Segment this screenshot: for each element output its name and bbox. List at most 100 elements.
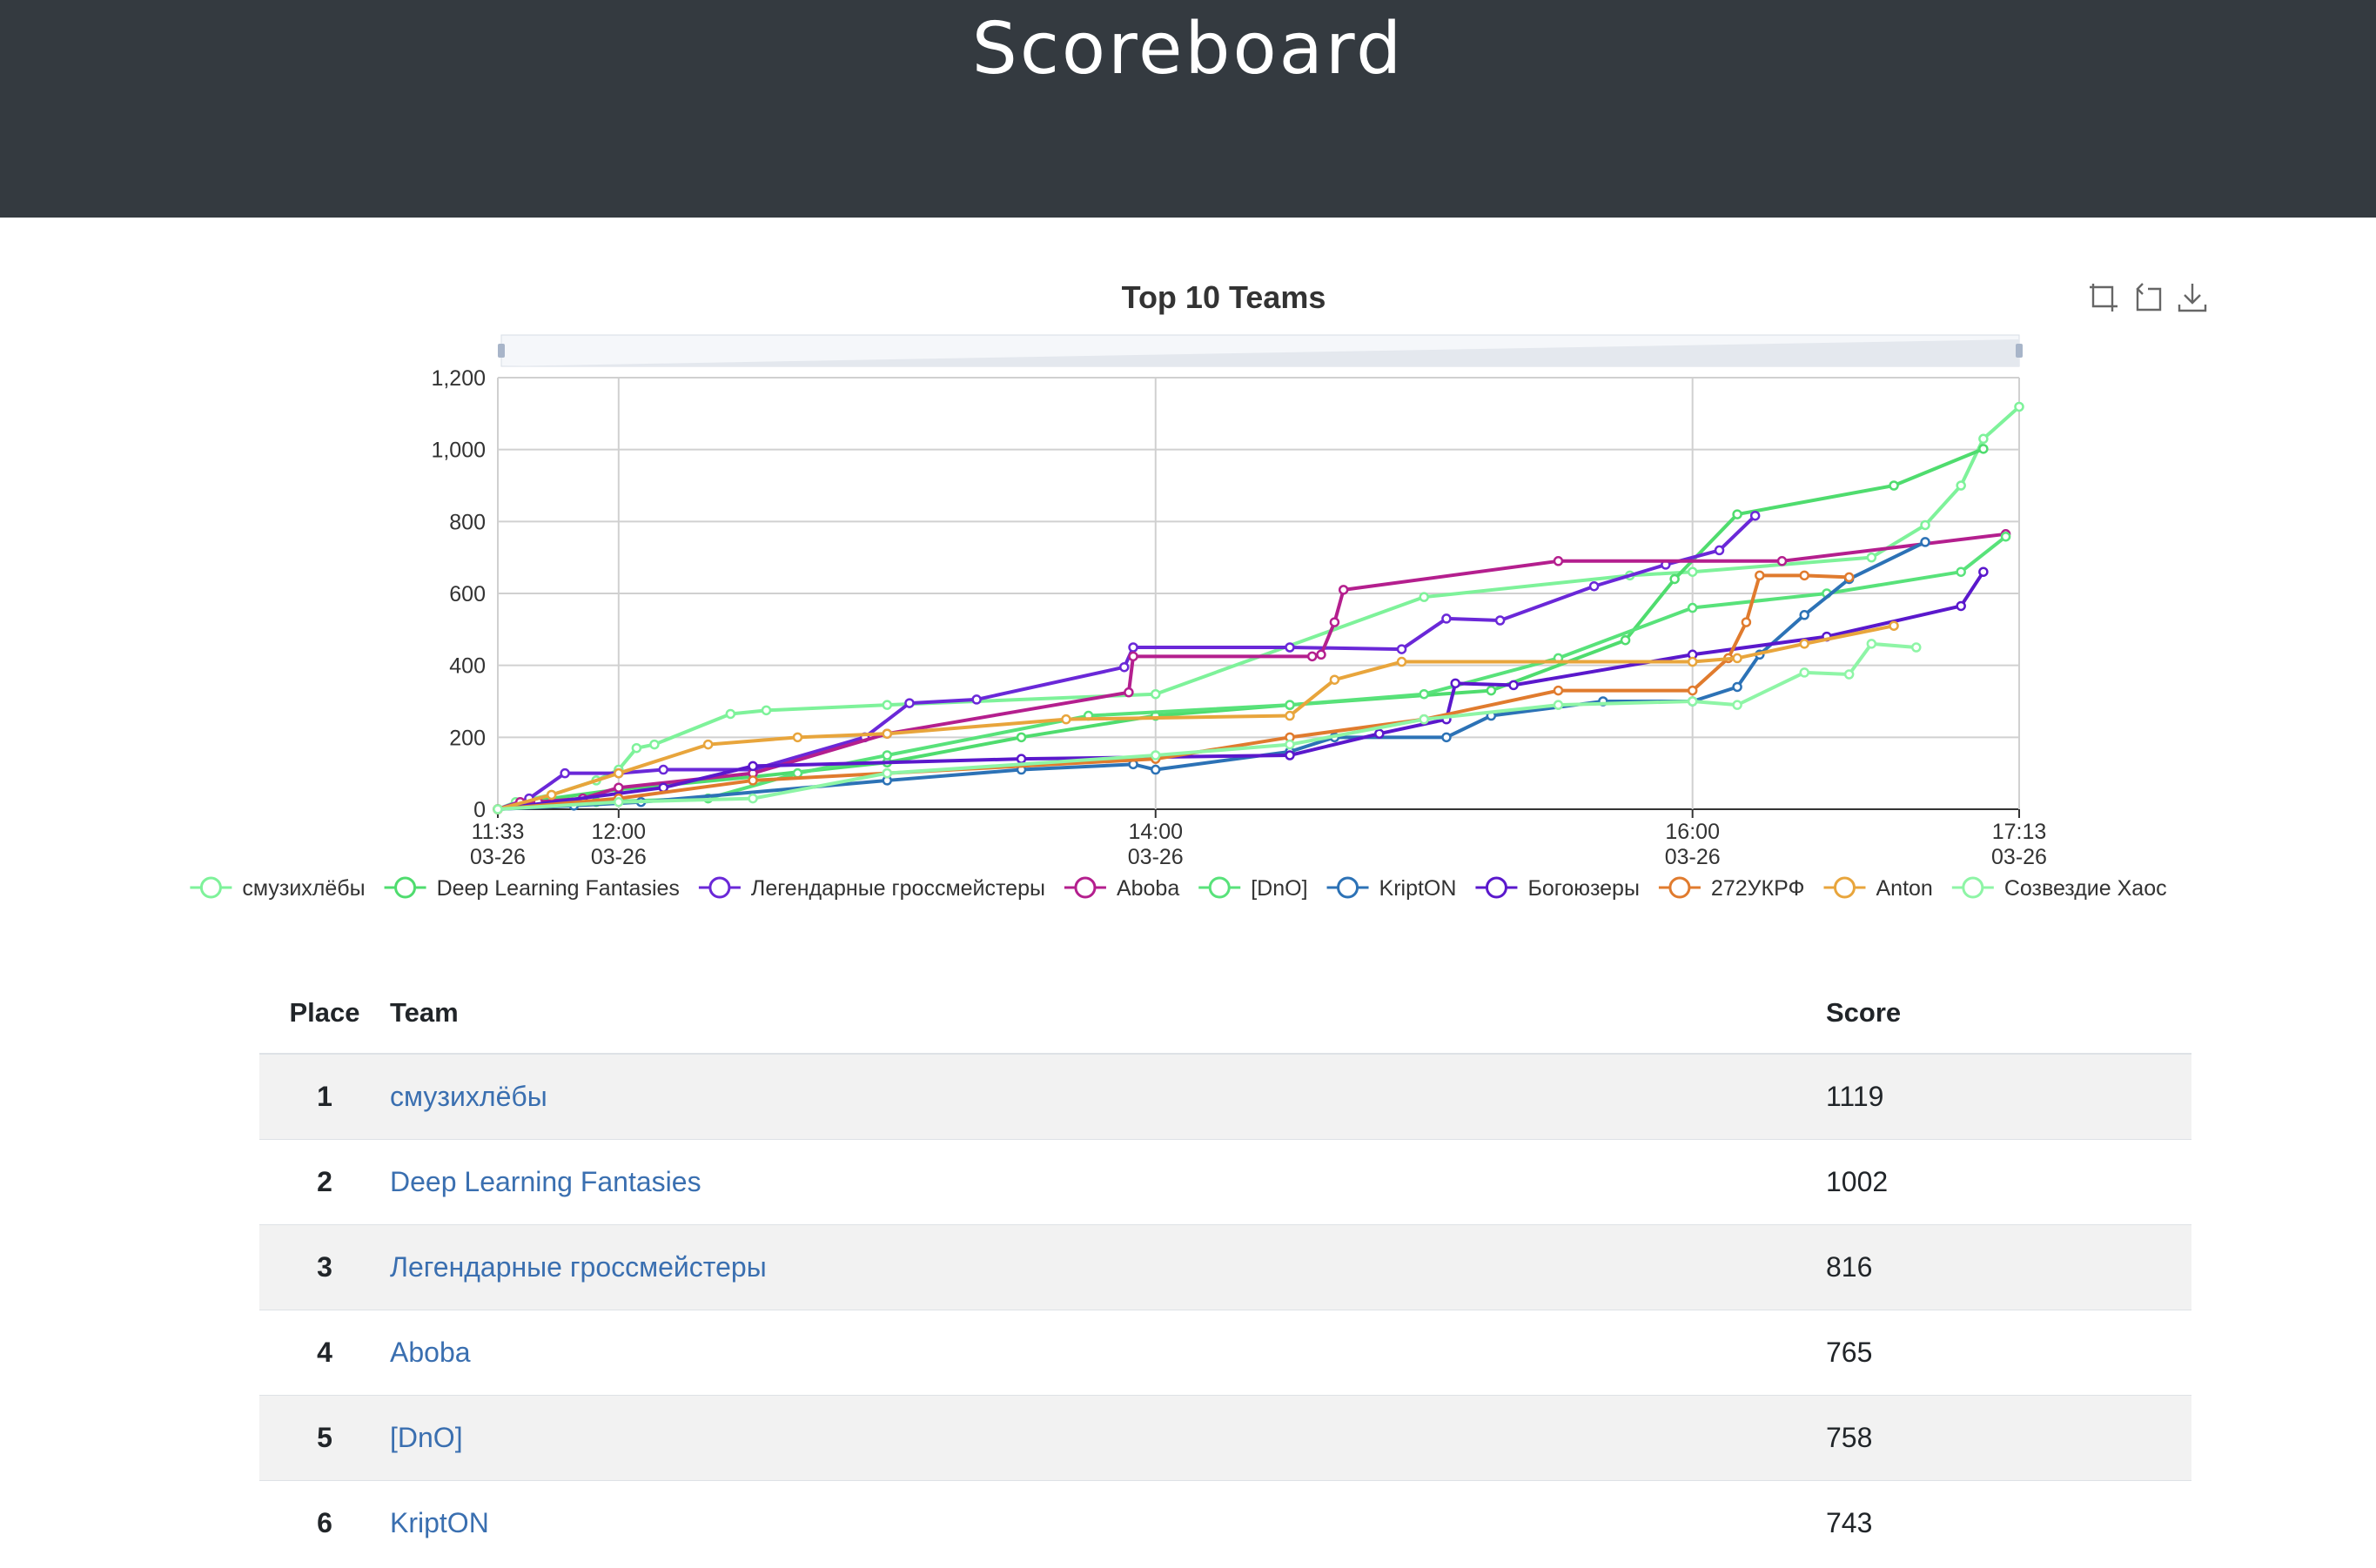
row-place: 4 xyxy=(259,1310,390,1396)
data-point xyxy=(1553,685,1564,696)
data-point xyxy=(1016,754,1027,764)
legend-item[interactable]: смузихлёбы xyxy=(190,876,366,901)
chart-container: Top 10 Teams 0 200 400 600 800 1,000 1,200 11:33… xyxy=(0,218,2376,931)
data-point xyxy=(1285,739,1295,750)
data-point xyxy=(1714,545,1725,556)
data-point xyxy=(614,767,624,779)
x-tick-label-time: 14:00 xyxy=(1128,820,1183,844)
legend-item[interactable]: Легендарные гроссмейстеры xyxy=(698,876,1045,901)
data-point xyxy=(649,739,660,750)
zoom-slider-handle-left[interactable] xyxy=(498,344,505,358)
legend-item[interactable]: Aboba xyxy=(1064,876,1179,901)
zoom-reset-icon[interactable] xyxy=(2131,280,2165,315)
table-row: 6 KriptON 743 xyxy=(259,1480,2191,1565)
data-point xyxy=(1338,585,1349,595)
row-team: смузихлёбы xyxy=(390,1053,1826,1140)
y-tick-label: 400 xyxy=(449,654,486,679)
data-point xyxy=(1016,732,1027,743)
data-point xyxy=(1956,480,1966,491)
table-row: 5 [DnO] 758 xyxy=(259,1395,2191,1481)
series-line xyxy=(497,571,1985,811)
team-link[interactable]: смузихлёбы xyxy=(390,1081,547,1112)
legend-item[interactable]: KriptON xyxy=(1326,876,1457,901)
row-score: 743 xyxy=(1826,1480,2191,1565)
data-point xyxy=(1419,714,1429,725)
data-point xyxy=(1749,510,1761,521)
y-tick-label: 600 xyxy=(449,582,486,606)
legend-item[interactable]: Созвездие Хаос xyxy=(1951,876,2167,901)
data-point xyxy=(1419,688,1429,700)
legend-label: Легендарные гроссмейстеры xyxy=(751,876,1045,901)
legend-label: смузихлёбы xyxy=(242,876,365,901)
data-point xyxy=(658,764,668,775)
data-point xyxy=(1866,639,1877,649)
data-point xyxy=(1419,592,1429,602)
data-point xyxy=(1316,649,1326,660)
row-team: Aboba xyxy=(390,1310,1826,1396)
row-place: 6 xyxy=(259,1480,390,1565)
x-tick-label-date: 03-26 xyxy=(1128,845,1184,869)
data-point xyxy=(1396,644,1407,654)
data-point xyxy=(1396,656,1407,667)
data-point xyxy=(1450,678,1460,689)
score-chart[interactable]: Top 10 Teams 0 200 400 600 800 1,000 1,200 11:33… xyxy=(0,218,2376,931)
data-point xyxy=(1732,681,1742,693)
legend-item[interactable]: Deep Learning Fantasies xyxy=(384,876,680,901)
legend-item[interactable]: 272УКРФ xyxy=(1658,876,1805,901)
data-point xyxy=(1124,687,1134,698)
x-tick-label-date: 03-26 xyxy=(591,845,647,869)
legend-item[interactable]: Богоюзеры xyxy=(1475,876,1640,901)
data-point xyxy=(1553,700,1564,710)
data-point xyxy=(631,742,642,754)
data-point xyxy=(1732,509,1742,519)
data-point xyxy=(1799,610,1809,620)
data-point xyxy=(1061,714,1071,725)
legend-swatch-circle xyxy=(1074,876,1097,899)
scoreboard-table: Place Team Score 1 смузихлёбы 1119 2 Dee… xyxy=(259,973,2191,1565)
data-point xyxy=(748,793,758,804)
data-point xyxy=(1866,552,1877,563)
data-point xyxy=(1687,602,1698,613)
data-point xyxy=(1151,764,1161,775)
team-link[interactable]: Легендарные гроссмейстеры xyxy=(390,1251,767,1283)
row-team: [DnO] xyxy=(390,1395,1826,1481)
team-link[interactable]: Aboba xyxy=(390,1337,471,1368)
legend-swatch-circle xyxy=(394,876,417,899)
data-point xyxy=(971,694,982,705)
zoom-slider-handle-right[interactable] xyxy=(2016,344,2023,358)
row-team: Легендарные гроссмейстеры xyxy=(390,1224,1826,1310)
legend-item[interactable]: [DnO] xyxy=(1198,876,1308,901)
data-point xyxy=(1687,685,1698,696)
team-link[interactable]: [DnO] xyxy=(390,1422,463,1453)
data-point xyxy=(493,804,503,814)
data-point xyxy=(1920,537,1930,547)
y-tick-label: 1,200 xyxy=(431,366,486,391)
series-8 xyxy=(493,620,1899,814)
data-point xyxy=(1306,651,1318,662)
download-icon[interactable] xyxy=(2175,280,2210,315)
data-point xyxy=(1285,700,1295,710)
data-point xyxy=(1553,556,1564,566)
data-point xyxy=(1151,750,1161,761)
legend-swatch-circle xyxy=(1962,876,1984,899)
data-point xyxy=(614,796,624,807)
data-point xyxy=(1119,661,1130,673)
team-link[interactable]: Deep Learning Fantasies xyxy=(390,1166,701,1197)
zoom-icon[interactable] xyxy=(2086,280,2121,315)
row-place: 2 xyxy=(259,1139,390,1225)
data-point xyxy=(1128,651,1138,662)
team-link[interactable]: KriptON xyxy=(390,1507,489,1538)
legend-label: [DnO] xyxy=(1251,876,1307,901)
legend-swatch-circle xyxy=(1833,876,1856,899)
data-point xyxy=(1588,580,1600,592)
legend-item[interactable]: Anton xyxy=(1823,876,1933,901)
data-point xyxy=(1799,667,1809,678)
data-point xyxy=(1920,519,1930,531)
series-line xyxy=(497,405,2021,811)
legend-label: Anton xyxy=(1876,876,1932,901)
header-place: Place xyxy=(259,973,390,1055)
legend-swatch-circle xyxy=(199,876,222,899)
data-point xyxy=(761,705,772,716)
data-point xyxy=(1843,572,1855,583)
data-point xyxy=(1776,556,1788,566)
